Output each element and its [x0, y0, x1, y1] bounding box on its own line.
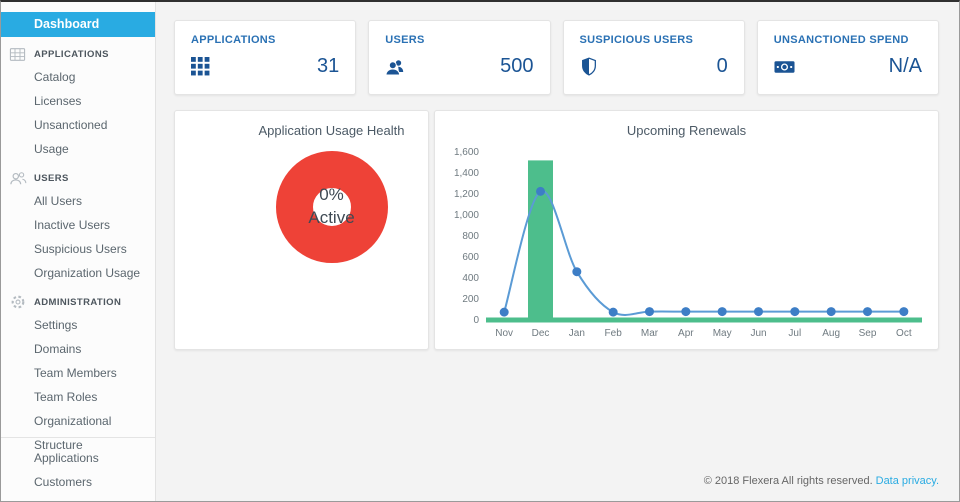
- svg-text:Nov: Nov: [495, 328, 513, 339]
- sidebar-item-suspicious-users[interactable]: Suspicious Users: [1, 237, 155, 261]
- stat-card-value: N/A: [889, 55, 922, 78]
- sidebar-item-all-users[interactable]: All Users: [1, 189, 155, 213]
- page-footer: © 2018 Flexera All rights reserved.Data …: [704, 475, 939, 487]
- gear-icon: [1, 294, 34, 310]
- stat-card-row: APPLICATIONS 31 USER: [174, 20, 939, 95]
- sidebar-item-dashboard[interactable]: Dashboard: [1, 12, 155, 37]
- stat-card-users[interactable]: USERS 500: [368, 20, 550, 95]
- sidebar-item-usage[interactable]: Usage: [1, 137, 155, 161]
- sidebar-nav: APPLICATIONS Catalog Licenses Unsanction…: [1, 37, 155, 433]
- people-icon: [1, 170, 34, 186]
- svg-text:200: 200: [462, 294, 479, 305]
- donut-center-text: 0% Active: [313, 188, 351, 226]
- upcoming-renewals-card: Upcoming Renewals 0 200 400 600 800 1,000 1,20…: [434, 110, 939, 350]
- sidebar-item-settings[interactable]: Settings: [1, 313, 155, 337]
- svg-text:400: 400: [462, 273, 479, 284]
- svg-text:Jun: Jun: [750, 328, 766, 339]
- sidebar-item-catalog[interactable]: Catalog: [1, 65, 155, 89]
- charts-row: Application Usage Health 0% Active Upcom…: [174, 110, 939, 350]
- sidebar-bottom-group: Applications Customers: [1, 438, 155, 494]
- renewals-chart-svg: 0 200 400 600 800 1,000 1,200 1,400 1,600 Nov Dec J…: [444, 144, 930, 344]
- sidebar-section-applications: APPLICATIONS: [1, 43, 155, 65]
- svg-text:Aug: Aug: [822, 328, 840, 339]
- svg-text:0: 0: [473, 315, 479, 326]
- sidebar-section-label: ADMINISTRATION: [34, 297, 121, 308]
- banknote-icon: [774, 60, 795, 74]
- donut-percent: 0%: [319, 184, 344, 207]
- donut-label: Active: [308, 207, 354, 230]
- stat-card-unsanctioned-spend[interactable]: UNSANCTIONED SPEND N/A: [757, 20, 939, 95]
- svg-text:Sep: Sep: [858, 328, 876, 339]
- svg-text:1,200: 1,200: [453, 189, 478, 200]
- upcoming-renewals-title: Upcoming Renewals: [435, 111, 938, 138]
- shield-icon: [580, 57, 598, 76]
- sidebar-item-licenses[interactable]: Licenses: [1, 89, 155, 113]
- sidebar-item-team-members[interactable]: Team Members: [1, 361, 155, 385]
- main-content: APPLICATIONS 31 USER: [156, 2, 959, 501]
- sidebar-section-users: USERS: [1, 167, 155, 189]
- stat-card-suspicious-users[interactable]: SUSPICIOUS USERS 0: [563, 20, 745, 95]
- grid-icon: [191, 57, 210, 76]
- sidebar-section-label: APPLICATIONS: [34, 49, 109, 60]
- app-window: Dashboard APPLICATIONS Catalog Licenses …: [0, 0, 960, 502]
- stat-card-value: 500: [500, 55, 533, 78]
- usage-health-title: Application Usage Health: [175, 111, 428, 138]
- svg-text:May: May: [712, 328, 731, 339]
- sidebar-section-administration: ADMINISTRATION: [1, 291, 155, 313]
- svg-text:Mar: Mar: [640, 328, 658, 339]
- data-privacy-link[interactable]: Data privacy.: [876, 475, 939, 487]
- sidebar-item-customers[interactable]: Customers: [1, 470, 155, 494]
- svg-text:Jan: Jan: [568, 328, 584, 339]
- svg-text:1,400: 1,400: [453, 168, 478, 179]
- stat-card-applications[interactable]: APPLICATIONS 31: [174, 20, 356, 95]
- stat-card-label: UNSANCTIONED SPEND: [774, 34, 922, 46]
- stat-card-label: APPLICATIONS: [191, 34, 339, 46]
- users-icon: [385, 58, 405, 76]
- sidebar-item-domains[interactable]: Domains: [1, 337, 155, 361]
- svg-text:800: 800: [462, 231, 479, 242]
- sidebar-item-applications-bottom[interactable]: Applications: [1, 446, 155, 470]
- svg-text:Feb: Feb: [604, 328, 622, 339]
- svg-text:1,600: 1,600: [453, 147, 478, 158]
- svg-text:1,000: 1,000: [453, 210, 478, 221]
- svg-text:600: 600: [462, 252, 479, 263]
- stat-card-label: USERS: [385, 34, 533, 46]
- copyright-text: © 2018 Flexera All rights reserved.: [704, 475, 873, 487]
- sidebar-item-team-roles[interactable]: Team Roles: [1, 385, 155, 409]
- usage-health-donut: 0% Active: [276, 151, 388, 263]
- stat-card-label: SUSPICIOUS USERS: [580, 34, 728, 46]
- table-icon: [1, 47, 34, 62]
- svg-text:Dec: Dec: [531, 328, 549, 339]
- svg-text:Jul: Jul: [788, 328, 801, 339]
- sidebar-item-inactive-users[interactable]: Inactive Users: [1, 213, 155, 237]
- sidebar-section-label: USERS: [34, 173, 69, 184]
- stat-card-value: 0: [717, 55, 728, 78]
- sidebar-item-unsanctioned[interactable]: Unsanctioned: [1, 113, 155, 137]
- svg-text:Oct: Oct: [896, 328, 912, 339]
- stat-card-value: 31: [317, 55, 339, 78]
- sidebar: Dashboard APPLICATIONS Catalog Licenses …: [1, 2, 156, 501]
- usage-health-card: Application Usage Health 0% Active: [174, 110, 429, 350]
- sidebar-item-organization-usage[interactable]: Organization Usage: [1, 261, 155, 285]
- svg-text:Apr: Apr: [678, 328, 694, 339]
- sidebar-item-organizational-structure[interactable]: Organizational Structure: [1, 409, 155, 433]
